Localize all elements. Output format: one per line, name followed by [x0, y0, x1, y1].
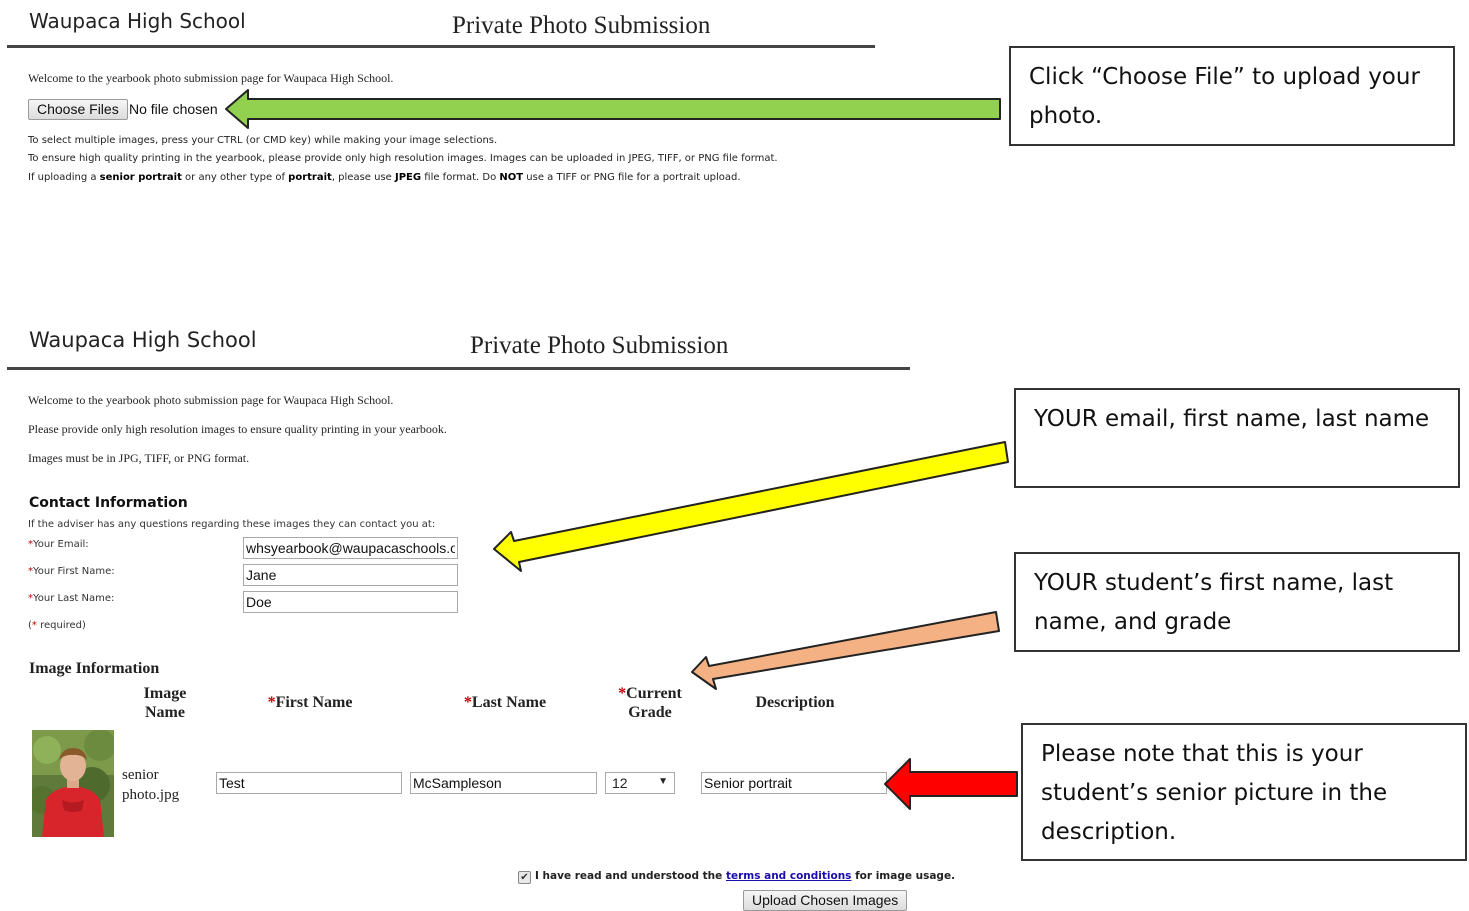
last-name-field[interactable]	[243, 591, 458, 613]
callout-choose-file: Click “Choose File” to upload your photo…	[1009, 46, 1455, 146]
green-arrow	[225, 89, 1001, 129]
callout-senior-picture: Please note that this is your student’s …	[1021, 723, 1467, 861]
col-grade-line2: Grade	[628, 704, 672, 721]
instruction-multiple: To select multiple images, press your CT…	[28, 135, 498, 146]
terms-agreement: ✔ I have read and understood the terms an…	[518, 870, 955, 884]
file-name-line2: photo.jpg	[122, 787, 180, 803]
last-name-label-text: Your Last Name:	[33, 593, 115, 604]
terms-text: for image usage.	[851, 870, 956, 882]
instruction-text: , please use	[331, 172, 395, 183]
school-name: Waupaca High School	[29, 328, 257, 352]
contact-heading: Contact Information	[29, 495, 188, 511]
email-field[interactable]	[243, 537, 458, 559]
email-label: *Your Email:	[28, 539, 89, 550]
col-last-name-text: Last Name	[471, 694, 547, 711]
first-name-label: *Your First Name:	[28, 566, 115, 577]
red-arrow	[884, 758, 1018, 810]
instruction-bold: portrait	[288, 172, 332, 183]
required-asterisk: *	[463, 694, 472, 711]
student-photo-thumbnail	[32, 730, 114, 837]
required-note: (* required)	[28, 620, 86, 631]
title-divider	[7, 45, 875, 48]
col-description: Description	[755, 694, 835, 711]
page-title: Private Photo Submission	[452, 12, 711, 39]
file-name-line1: senior	[122, 767, 159, 783]
format-text: Images must be in JPG, TIFF, or PNG form…	[28, 451, 250, 465]
instruction-text: use a TIFF or PNG file for a portrait up…	[523, 172, 741, 183]
callout-your-info: YOUR email, first name, last name	[1014, 388, 1460, 488]
callout-student-info: YOUR student’s first name, last name, an…	[1014, 552, 1460, 652]
required-note-text: required)	[36, 620, 86, 631]
instruction-text: If uploading a	[28, 172, 100, 183]
page-title: Private Photo Submission	[470, 332, 729, 359]
required-asterisk: *	[618, 685, 627, 702]
orange-arrow	[691, 611, 1000, 690]
terms-link[interactable]: terms and conditions	[726, 870, 851, 882]
col-image-name-line2: Name	[145, 704, 185, 721]
grade-select-value: 12	[612, 775, 628, 791]
col-last-name: *Last Name	[450, 693, 560, 712]
image-info-heading: Image Information	[29, 660, 160, 677]
first-name-label-text: Your First Name:	[33, 566, 115, 577]
col-first-name-text: First Name	[275, 694, 353, 711]
yellow-arrow	[493, 441, 1009, 572]
grade-select[interactable]: 12 ▼	[605, 772, 675, 794]
instruction-bold: JPEG	[395, 172, 422, 183]
col-image-name-line1: Image	[143, 685, 187, 702]
instruction-text: file format. Do	[421, 172, 500, 183]
instruction-text: or any other type of	[181, 172, 289, 183]
quality-text: Please provide only high resolution imag…	[28, 422, 447, 436]
upload-images-button[interactable]: Upload Chosen Images	[743, 890, 908, 911]
terms-text: I have read and understood the	[535, 870, 726, 882]
welcome-text: Welcome to the yearbook photo submission…	[28, 393, 394, 407]
image-file-name: senior photo.jpg	[122, 765, 179, 805]
title-divider	[7, 367, 910, 370]
student-first-name-field[interactable]	[216, 772, 402, 794]
col-image-name: Image Name	[133, 684, 197, 722]
dropdown-caret-icon: ▼	[658, 776, 668, 787]
instruction-quality: To ensure high quality printing in the y…	[28, 153, 778, 164]
required-asterisk: *	[267, 694, 276, 711]
instruction-portrait: If uploading a senior portrait or any ot…	[28, 172, 741, 183]
col-current-grade: *Current Grade	[610, 684, 690, 722]
instruction-bold: NOT	[499, 172, 524, 183]
student-last-name-field[interactable]	[410, 772, 597, 794]
email-label-text: Your Email:	[33, 539, 89, 550]
school-name: Waupaca High School	[29, 9, 246, 33]
col-first-name: *First Name	[255, 693, 365, 712]
instruction-bold: senior portrait	[99, 172, 182, 183]
no-file-status: No file chosen	[129, 101, 218, 117]
choose-files-button[interactable]: Choose Files	[28, 99, 128, 120]
welcome-text: Welcome to the yearbook photo submission…	[28, 71, 394, 85]
first-name-field[interactable]	[243, 564, 458, 586]
col-grade-line1: Current	[626, 685, 682, 702]
description-field[interactable]	[701, 772, 887, 794]
last-name-label: *Your Last Name:	[28, 593, 114, 604]
contact-note: If the adviser has any questions regardi…	[28, 519, 436, 530]
checkbox-checked-icon[interactable]: ✔	[518, 871, 531, 884]
